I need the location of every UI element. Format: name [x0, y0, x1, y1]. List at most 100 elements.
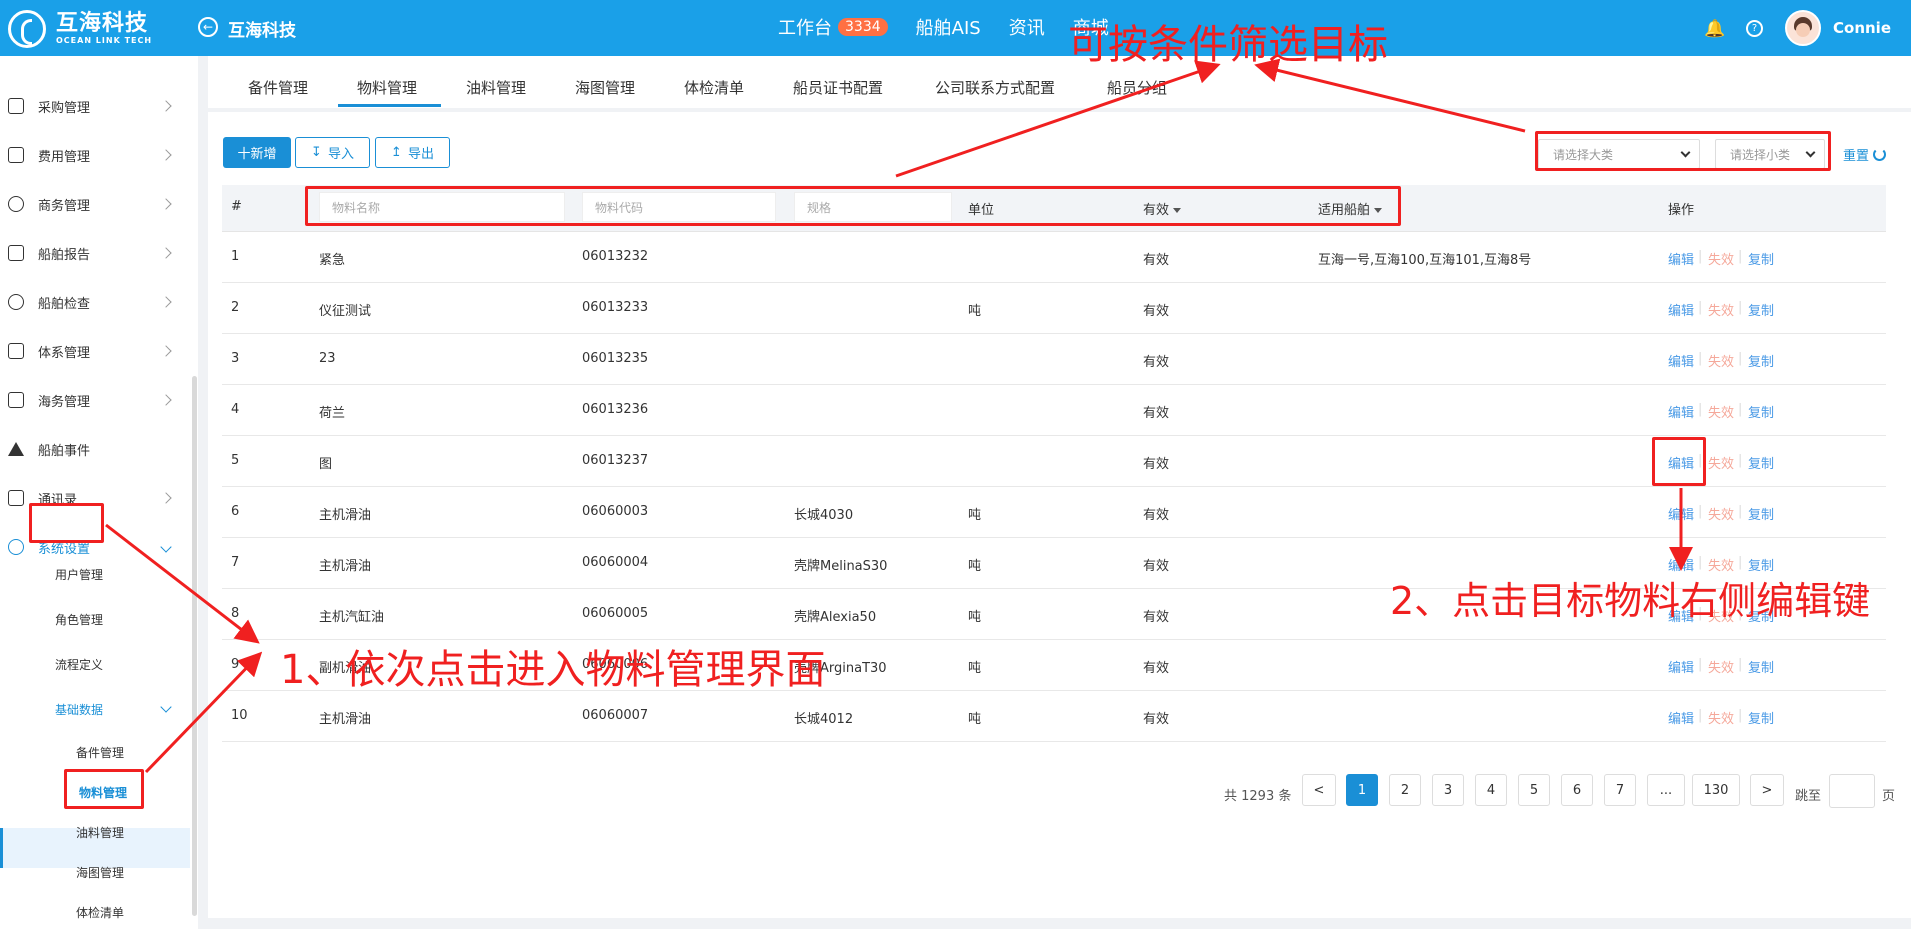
pagination-page[interactable]: 130: [1692, 774, 1740, 806]
action-separator: |: [1738, 351, 1743, 366]
void-link[interactable]: 失效: [1708, 249, 1734, 268]
edit-link[interactable]: 编辑: [1668, 351, 1694, 370]
sidebar-sub-user[interactable]: 用户管理: [55, 566, 103, 583]
tab-spare-parts[interactable]: 备件管理: [248, 77, 308, 98]
void-link[interactable]: 失效: [1708, 504, 1734, 523]
avatar[interactable]: [1785, 10, 1821, 46]
cell-valid: 有效: [1143, 355, 1170, 370]
sidebar-item-business[interactable]: 商务管理: [0, 184, 190, 224]
user-name[interactable]: Connie: [1833, 19, 1891, 37]
nav-workbench[interactable]: 工作台 3334: [778, 14, 888, 40]
sidebar-leaf-charts[interactable]: 海图管理: [76, 864, 124, 881]
edit-link[interactable]: 编辑: [1668, 708, 1694, 727]
back-icon[interactable]: ←: [198, 17, 218, 37]
add-button[interactable]: 十新增: [223, 137, 291, 168]
cell-unit: 吨: [968, 661, 982, 676]
edit-link[interactable]: 编辑: [1668, 657, 1694, 676]
sidebar-leaf-oil[interactable]: 油料管理: [76, 824, 124, 841]
pagination-page[interactable]: 3: [1432, 774, 1464, 806]
sidebar-scrollbar[interactable]: [192, 376, 197, 916]
tab-oil[interactable]: 油料管理: [466, 77, 526, 98]
pagination-page[interactable]: 6: [1561, 774, 1593, 806]
pagination-next[interactable]: >: [1750, 774, 1784, 806]
bell-icon[interactable]: [1704, 17, 1726, 39]
import-button[interactable]: ↧ 导入: [295, 137, 370, 168]
action-separator: |: [1738, 453, 1743, 468]
copy-link[interactable]: 复制: [1748, 708, 1774, 727]
action-separator: |: [1738, 402, 1743, 417]
sidebar-leaf-checklist[interactable]: 体检清单: [76, 904, 124, 921]
void-link[interactable]: 失效: [1708, 453, 1734, 472]
pagination-page[interactable]: 1: [1346, 774, 1378, 806]
sidebar-item-ship-event[interactable]: 船舶事件: [0, 429, 190, 469]
action-separator: |: [1698, 300, 1703, 315]
pagination-ellipsis[interactable]: ...: [1647, 774, 1685, 806]
void-link[interactable]: 失效: [1708, 657, 1734, 676]
void-link[interactable]: 失效: [1708, 300, 1734, 319]
edit-link[interactable]: 编辑: [1668, 249, 1694, 268]
active-tab-indicator: [338, 104, 441, 107]
cell-index: 7: [231, 555, 240, 570]
sidebar-item-system-mgmt[interactable]: 体系管理: [0, 331, 190, 371]
void-link[interactable]: 失效: [1708, 708, 1734, 727]
tab-checklist[interactable]: 体检清单: [684, 77, 744, 98]
pagination-page[interactable]: 5: [1518, 774, 1550, 806]
void-link[interactable]: 失效: [1708, 351, 1734, 370]
cell-valid: 有效: [1143, 559, 1170, 574]
tab-materials[interactable]: 物料管理: [357, 77, 417, 98]
download-icon: ↧: [311, 145, 322, 160]
sidebar-item-cost[interactable]: 费用管理: [0, 135, 190, 175]
tab-charts[interactable]: 海图管理: [575, 77, 635, 98]
sidebar-sub-flow[interactable]: 流程定义: [55, 656, 103, 673]
cart-icon: [8, 98, 24, 114]
void-link[interactable]: 失效: [1708, 402, 1734, 421]
sidebar-sub-basic-data[interactable]: 基础数据: [55, 701, 103, 718]
sidebar-leaf-spare-parts[interactable]: 备件管理: [76, 744, 124, 761]
cell-code: 06013233: [582, 300, 649, 315]
copy-link[interactable]: 复制: [1748, 657, 1774, 676]
tab-crew-cert[interactable]: 船员证书配置: [793, 77, 883, 98]
edit-link[interactable]: 编辑: [1668, 300, 1694, 319]
copy-link[interactable]: 复制: [1748, 300, 1774, 319]
reset-button[interactable]: 重置: [1843, 145, 1887, 164]
copy-link[interactable]: 复制: [1748, 351, 1774, 370]
copy-link[interactable]: 复制: [1748, 453, 1774, 472]
export-button[interactable]: ↥ 导出: [375, 137, 450, 168]
brand-logo[interactable]: 互海科技 OCEAN LINK TECH: [8, 10, 152, 48]
edit-link[interactable]: 编辑: [1668, 402, 1694, 421]
help-icon[interactable]: ?: [1746, 19, 1763, 37]
edit-link[interactable]: 编辑: [1668, 504, 1694, 523]
cell-name: 主机滑油: [319, 559, 372, 574]
brand-name: 互海科技: [56, 11, 149, 36]
sidebar-item-marine[interactable]: 海务管理: [0, 380, 190, 420]
cell-unit: 吨: [968, 559, 982, 574]
sidebar-item-ship-report[interactable]: 船舶报告: [0, 233, 190, 273]
copy-link[interactable]: 复制: [1748, 402, 1774, 421]
action-separator: |: [1738, 555, 1743, 570]
cell-code: 06060007: [582, 708, 649, 723]
nav-news[interactable]: 资讯: [1009, 14, 1045, 40]
sidebar-item-ship-inspection[interactable]: 船舶检查: [0, 282, 190, 322]
sidebar-item-purchase[interactable]: 采购管理: [0, 86, 190, 126]
copy-link[interactable]: 复制: [1748, 504, 1774, 523]
pagination-prev[interactable]: <: [1302, 774, 1336, 806]
pagination-page[interactable]: 2: [1389, 774, 1421, 806]
cell-index: 2: [231, 300, 240, 315]
cell-valid: 有效: [1143, 253, 1170, 268]
chevron-right-icon: [160, 247, 172, 259]
pagination-page[interactable]: 7: [1604, 774, 1636, 806]
copy-link[interactable]: 复制: [1748, 249, 1774, 268]
tab-company-contact[interactable]: 公司联系方式配置: [935, 77, 1055, 98]
sidebar-item-label: 船舶报告: [38, 247, 91, 263]
chevron-right-icon: [160, 492, 172, 504]
pagination-page[interactable]: 4: [1475, 774, 1507, 806]
cell-name: 23: [319, 351, 336, 366]
jump-page-input[interactable]: [1829, 774, 1875, 808]
nav-ais[interactable]: 船舶AIS: [916, 14, 981, 40]
cell-unit: 吨: [968, 610, 982, 625]
tab-crew-group[interactable]: 船员分组: [1107, 77, 1167, 98]
ocean-link-logo-icon: [8, 10, 46, 48]
sidebar-sub-role[interactable]: 角色管理: [55, 611, 103, 628]
cell-code: 06060004: [582, 555, 649, 570]
sidebar-item-label: 船舶检查: [38, 296, 91, 312]
